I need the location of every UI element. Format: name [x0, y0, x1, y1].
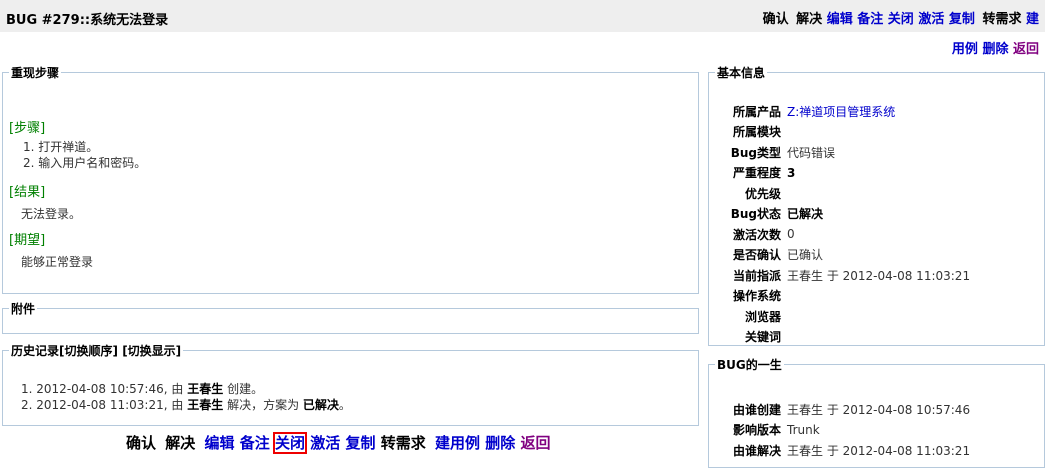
info-row: 严重程度 3: [709, 163, 1039, 184]
history-list: 1. 2012-04-08 10:57:46, 由 王春生 创建。 2. 201…: [21, 381, 351, 413]
info-row: 优先级: [709, 183, 1039, 204]
close-link[interactable]: 关闭: [272, 432, 308, 454]
copy-link[interactable]: 复制: [346, 434, 376, 452]
top-actions-row2: 用例 删除 返回: [952, 38, 1039, 57]
comment-link[interactable]: 备注: [857, 12, 883, 27]
delete-link[interactable]: 删除: [982, 42, 1008, 57]
expect-text: 能够正常登录: [21, 255, 94, 269]
activate-link[interactable]: 激活: [310, 434, 340, 452]
info-label: 由谁解决: [732, 443, 781, 458]
info-label: 是否确认: [732, 248, 781, 263]
back-link[interactable]: 返回: [1013, 42, 1039, 57]
expect-label: [期望]: [9, 233, 46, 248]
to-story-action: 转需求: [380, 434, 426, 452]
history-section: 历史记录[切换顺序] [切换显示] 1. 2012-04-08 10:57:46…: [2, 342, 699, 426]
info-label: 浏览器: [744, 309, 781, 324]
resolve-action: 解决: [165, 434, 196, 452]
info-row: Bug状态 已解决: [709, 204, 1039, 225]
attachments-section: 附件: [2, 300, 699, 334]
history-legend: 历史记录[切换顺序] [切换显示]: [11, 344, 182, 358]
basic-info-section: 基本信息 所属产品 Z:禅道项目管理系统 所属模块 Bug类型 代码错误 严重程度 3 优先级…: [708, 64, 1045, 346]
info-row: 操作系统: [709, 286, 1039, 307]
edit-link[interactable]: 编辑: [827, 12, 853, 27]
info-row: 由谁创建 王春生 于 2012-04-08 10:57:46: [709, 399, 1039, 420]
info-label: Bug类型: [730, 145, 781, 160]
delete-link[interactable]: 删除: [485, 434, 515, 452]
step-list: 1. 打开禅道。 2. 输入用户名和密码。: [23, 139, 146, 171]
info-row: 是否确认 已确认: [709, 245, 1039, 266]
info-row: 关键词: [709, 327, 1039, 348]
info-label: 优先级: [744, 186, 781, 201]
create-case-link[interactable]: 建用例: [435, 434, 480, 452]
bug-life-legend: BUG的一生: [717, 358, 782, 372]
info-row: Bug类型 代码错误: [709, 142, 1039, 163]
step-label: [步骤]: [9, 121, 46, 136]
basic-info-legend: 基本信息: [717, 66, 766, 80]
edit-link[interactable]: 编辑: [205, 434, 235, 452]
info-row: 浏览器: [709, 306, 1039, 327]
step-item: 2. 输入用户名和密码。: [23, 156, 147, 170]
info-label: 当前指派: [732, 268, 781, 283]
result-label: [结果]: [9, 185, 46, 200]
info-value: 已解决: [787, 207, 824, 222]
close-link[interactable]: 关闭: [888, 12, 914, 27]
back-link[interactable]: 返回: [521, 434, 551, 452]
info-label: Bug状态: [730, 207, 781, 222]
comment-link[interactable]: 备注: [240, 434, 270, 452]
info-label: 影响版本: [732, 423, 781, 438]
info-row: 激活次数 0: [709, 224, 1039, 245]
steps-legend: 重现步骤: [11, 66, 60, 80]
info-value: 3: [787, 165, 796, 180]
info-value: 已确认: [787, 248, 824, 263]
bug-life-table: 由谁创建 王春生 于 2012-04-08 10:57:46 影响版本 Trunk 由谁…: [709, 399, 1039, 461]
header-bar: BUG #279::系统无法登录 确认 解决 编辑 备注 关闭 激活 复制 转需…: [0, 0, 1045, 32]
toggle-show-link[interactable]: [切换显示]: [122, 344, 181, 358]
info-row: 当前指派 王春生 于 2012-04-08 11:03:21: [709, 265, 1039, 286]
info-label: 关键词: [744, 330, 781, 345]
create-case-link-cont[interactable]: 用例: [952, 42, 978, 57]
create-case-link[interactable]: 建: [1026, 12, 1039, 27]
info-row: 由谁解决 王春生 于 2012-04-08 11:03:21: [709, 440, 1039, 461]
bottom-actions: 确认 解决 编辑 备注 关闭 激活 复制 转需求 建用例 删除 返回: [126, 432, 551, 454]
bug-life-section: BUG的一生 由谁创建 王春生 于 2012-04-08 10:57:46 影响版本…: [708, 356, 1045, 468]
info-label: 严重程度: [732, 166, 781, 181]
info-value: 代码错误: [787, 145, 836, 160]
steps-section: 重现步骤 [步骤] 1. 打开禅道。 2. 输入用户名和密码。 [结果] 无法登…: [2, 64, 699, 294]
info-label: 所属产品: [732, 104, 781, 119]
step-item: 1. 打开禅道。: [23, 140, 99, 154]
confirm-action: 确认: [126, 434, 157, 452]
basic-info-table: 所属产品 Z:禅道项目管理系统 所属模块 Bug类型 代码错误 严重程度 3 优先级 Bug状态…: [709, 101, 1039, 347]
info-label: 激活次数: [732, 227, 781, 242]
info-label: 操作系统: [732, 289, 781, 304]
info-value: 0: [787, 227, 795, 242]
top-actions: 确认 解决 编辑 备注 关闭 激活 复制 转需求 建: [760, 8, 1039, 27]
result-text: 无法登录。: [21, 207, 82, 221]
info-label: 所属模块: [732, 125, 781, 140]
page-title: BUG #279::系统无法登录: [6, 13, 169, 28]
info-row: 影响版本 Trunk: [709, 420, 1039, 441]
product-link[interactable]: Z:禅道项目管理系统: [787, 103, 895, 120]
history-item: 2. 2012-04-08 11:03:21, 由 王春生 解决，方案为 已解决…: [21, 398, 351, 412]
confirm-action: 确认: [762, 12, 789, 27]
history-item: 1. 2012-04-08 10:57:46, 由 王春生 创建。: [21, 382, 264, 396]
toggle-order-link[interactable]: [切换顺序]: [59, 344, 118, 358]
info-value: 王春生 于 2012-04-08 10:57:46: [787, 402, 971, 417]
info-row: 所属模块: [709, 122, 1039, 143]
info-value: 王春生 于 2012-04-08 11:03:21: [787, 268, 971, 283]
resolve-action: 解决: [796, 12, 823, 27]
attachments-legend: 附件: [11, 302, 36, 316]
info-row: 所属产品 Z:禅道项目管理系统: [709, 101, 1039, 122]
info-value: 王春生 于 2012-04-08 11:03:21: [787, 443, 971, 458]
activate-link[interactable]: 激活: [918, 12, 944, 27]
copy-link[interactable]: 复制: [949, 12, 975, 27]
info-label: 由谁创建: [732, 402, 781, 417]
info-value: Trunk: [787, 422, 820, 437]
to-story-action: 转需求: [982, 12, 1022, 27]
